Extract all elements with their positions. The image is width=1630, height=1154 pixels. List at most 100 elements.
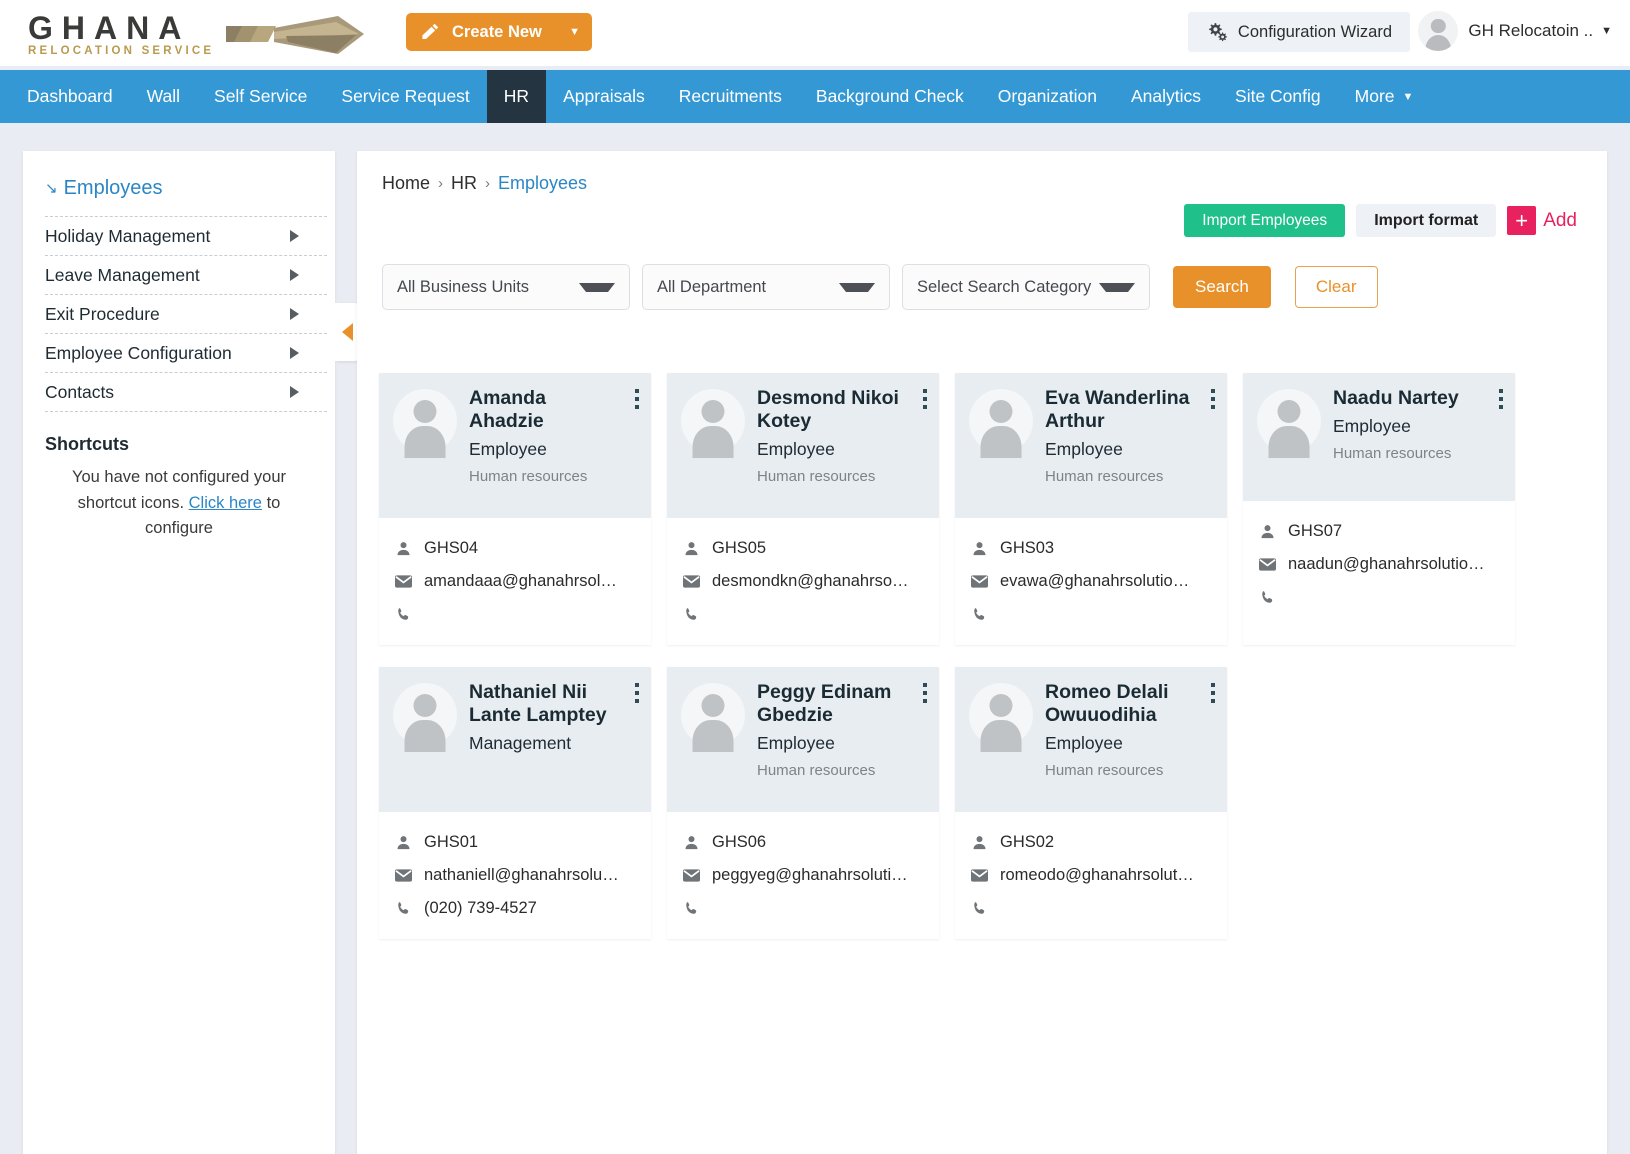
employee-role: Employee xyxy=(1045,733,1123,753)
email-icon xyxy=(683,869,700,882)
email-icon xyxy=(395,575,412,588)
sidebar-item-contacts[interactable]: Contacts xyxy=(45,372,327,411)
import-format-button[interactable]: Import format xyxy=(1356,204,1497,237)
sidebar-item-label: Leave Management xyxy=(45,264,200,285)
sidebar-item-leave-management[interactable]: Leave Management xyxy=(45,255,327,294)
sidebar-item-label: Holiday Management xyxy=(45,225,211,246)
filter-bar: All Business Units All Department Select… xyxy=(382,264,1378,310)
nav-item-appraisals[interactable]: Appraisals xyxy=(546,70,662,123)
nav-item-more[interactable]: More ▼ xyxy=(1338,70,1431,123)
employee-role: Employee xyxy=(1045,439,1123,459)
employee-card-menu-icon[interactable] xyxy=(635,683,639,703)
sidebar-item-employees[interactable]: ↘ Employees xyxy=(23,151,335,216)
employee-card-menu-icon[interactable] xyxy=(635,389,639,409)
department-select[interactable]: All Department xyxy=(642,264,890,310)
breadcrumb-home[interactable]: Home xyxy=(382,173,430,194)
sidebar-item-exit-procedure[interactable]: Exit Procedure xyxy=(45,294,327,333)
sidebar-item-holiday-management[interactable]: Holiday Management xyxy=(45,216,327,255)
sidebar-collapse-toggle[interactable] xyxy=(335,303,359,361)
employee-card-body: GHS02 romeodo@ghanahrsolut… xyxy=(955,812,1227,939)
nav-item-background-check[interactable]: Background Check xyxy=(799,70,981,123)
email-icon xyxy=(1259,558,1276,571)
configuration-wizard-button[interactable]: Configuration Wizard xyxy=(1187,12,1410,52)
main-navigation: Dashboard Wall Self Service Service Requ… xyxy=(0,70,1630,123)
employee-id-row: GHS06 xyxy=(683,826,925,859)
application-window: GHANA RELOCATION SERVICE Create New ▼ Co… xyxy=(0,0,1630,1154)
user-icon xyxy=(971,541,988,556)
employee-card[interactable]: Nathaniel Nii Lante Lamptey Management G… xyxy=(379,667,651,939)
email-icon xyxy=(971,575,988,588)
nav-item-organization[interactable]: Organization xyxy=(981,70,1114,123)
phone-icon xyxy=(971,607,988,622)
nav-item-dashboard[interactable]: Dashboard xyxy=(10,70,130,123)
nav-item-analytics[interactable]: Analytics xyxy=(1114,70,1218,123)
business-unit-select[interactable]: All Business Units xyxy=(382,264,630,310)
nav-item-service-request[interactable]: Service Request xyxy=(324,70,486,123)
employee-card[interactable]: Romeo Delali Owuuodihia Employee Human r… xyxy=(955,667,1227,939)
phone-icon xyxy=(1259,590,1276,605)
employee-card[interactable]: Peggy Edinam Gbedzie Employee Human reso… xyxy=(667,667,939,939)
employee-card[interactable]: Amanda Ahadzie Employee Human resources xyxy=(379,373,651,645)
employee-card-menu-icon[interactable] xyxy=(1499,389,1503,409)
breadcrumb-hr[interactable]: HR xyxy=(451,173,477,194)
import-employees-button[interactable]: Import Employees xyxy=(1184,204,1346,237)
employee-name: Desmond Nikoi Kotey xyxy=(757,387,899,432)
employee-name: Peggy Edinam Gbedzie xyxy=(757,681,892,726)
employee-role: Management xyxy=(469,733,572,753)
employee-email: romeodo@ghanahrsolut… xyxy=(1000,866,1194,884)
content-area: ↘ Employees Holiday Management Leave Man… xyxy=(0,123,1630,1154)
add-employee-button[interactable]: + Add xyxy=(1507,206,1577,235)
nav-item-more-label: More xyxy=(1354,86,1395,106)
nav-item-site-config[interactable]: Site Config xyxy=(1218,70,1338,123)
sidebar-item-employee-configuration[interactable]: Employee Configuration xyxy=(45,333,327,372)
employee-email: evawa@ghanahrsolutio… xyxy=(1000,572,1190,590)
configure-shortcuts-link[interactable]: Click here xyxy=(189,494,262,512)
employee-card-header: Amanda Ahadzie Employee Human resources xyxy=(379,373,651,518)
employee-card[interactable]: Eva Wanderlina Arthur Employee Human res… xyxy=(955,373,1227,645)
employee-card-body: GHS01 nathaniell@ghanahrsolu… (020) 739-… xyxy=(379,812,651,939)
avatar xyxy=(393,683,457,753)
arrow-down-right-icon: ↘ xyxy=(45,180,58,197)
user-icon xyxy=(395,541,412,556)
gear-icon xyxy=(1209,23,1227,42)
create-new-button[interactable]: Create New ▼ xyxy=(406,13,592,51)
employee-card-menu-icon[interactable] xyxy=(1211,389,1215,409)
user-name-label: GH Relocatoin .. xyxy=(1468,21,1594,40)
user-icon xyxy=(683,835,700,850)
clear-button[interactable]: Clear xyxy=(1294,266,1378,308)
employee-department: Human resources xyxy=(1045,468,1164,485)
top-header: GHANA RELOCATION SERVICE Create New ▼ Co… xyxy=(0,0,1630,66)
phone-icon xyxy=(395,607,412,622)
employee-role: Employee xyxy=(1333,416,1411,436)
nav-item-self-service[interactable]: Self Service xyxy=(197,70,324,123)
employee-card-header: Nathaniel Nii Lante Lamptey Management xyxy=(379,667,651,812)
employee-card[interactable]: Desmond Nikoi Kotey Employee Human resou… xyxy=(667,373,939,645)
avatar xyxy=(1257,389,1321,459)
employee-card-menu-icon[interactable] xyxy=(923,683,927,703)
avatar xyxy=(969,683,1033,753)
nav-item-recruitments[interactable]: Recruitments xyxy=(662,70,799,123)
employee-name: Nathaniel Nii Lante Lamptey xyxy=(469,681,607,726)
user-menu[interactable]: GH Relocatoin .. ▼ xyxy=(1418,11,1612,51)
chevron-right-icon xyxy=(290,347,299,359)
employee-id-row: GHS04 xyxy=(395,532,637,565)
employee-phone-row xyxy=(683,892,925,925)
employee-name: Naadu Nartey xyxy=(1333,387,1459,409)
search-button[interactable]: Search xyxy=(1173,266,1271,308)
employee-card-menu-icon[interactable] xyxy=(923,389,927,409)
brand-logo[interactable]: GHANA RELOCATION SERVICE xyxy=(28,6,364,60)
breadcrumb-separator-icon: › xyxy=(485,175,491,192)
breadcrumb-employees[interactable]: Employees xyxy=(498,173,587,194)
pencil-icon xyxy=(422,23,439,39)
employee-id: GHS01 xyxy=(424,833,479,851)
nav-item-hr[interactable]: HR xyxy=(486,70,547,123)
employee-phone-row xyxy=(1259,581,1501,614)
employee-id: GHS03 xyxy=(1000,539,1055,557)
employee-card-menu-icon[interactable] xyxy=(1211,683,1215,703)
chevron-right-icon xyxy=(290,269,299,281)
employee-department: Human resources xyxy=(757,468,876,485)
search-category-select[interactable]: Select Search Category xyxy=(902,264,1150,310)
employee-card[interactable]: Naadu Nartey Employee Human resources GH… xyxy=(1243,373,1515,645)
nav-item-wall[interactable]: Wall xyxy=(130,70,197,123)
user-icon xyxy=(683,541,700,556)
